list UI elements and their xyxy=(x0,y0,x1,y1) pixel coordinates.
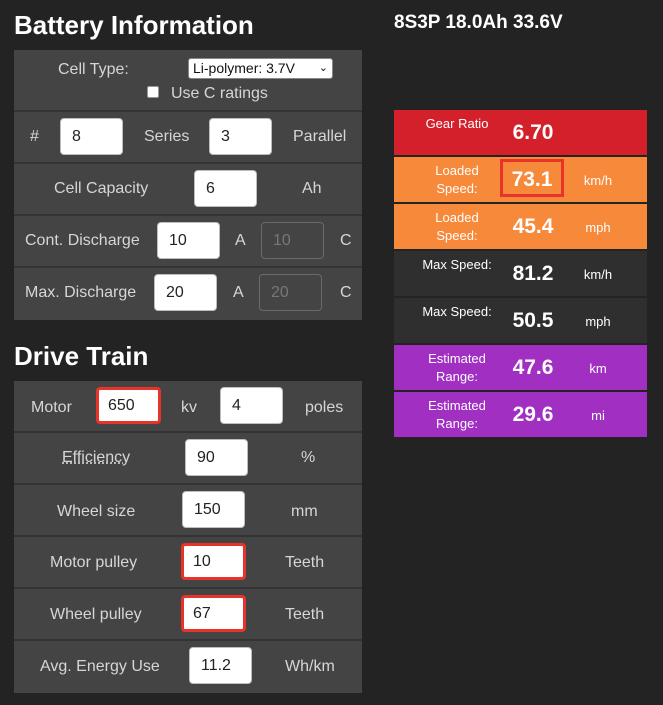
cont-discharge-input[interactable]: 10 xyxy=(157,222,220,259)
capacity-unit: Ah xyxy=(302,180,322,197)
series-input[interactable]: 8 xyxy=(60,118,123,155)
result-value: 81.2 xyxy=(512,262,554,285)
result-row: Loaded Speed: 73.1 km/h xyxy=(394,157,647,202)
max-discharge-c-input: 20 xyxy=(259,274,322,311)
result-unit: km/h xyxy=(583,267,613,282)
cont-discharge-unit-a: A xyxy=(235,232,246,249)
use-c-label[interactable]: Use C ratings xyxy=(171,85,268,103)
result-row: Loaded Speed: 45.4 mph xyxy=(394,204,647,249)
max-discharge-row: Max. Discharge 20 A 20 C xyxy=(14,268,362,320)
result-unit: km xyxy=(589,361,607,376)
result-value: 73.1 xyxy=(500,159,564,197)
result-row: Estimated Range: 47.6 km xyxy=(394,345,647,390)
wheel-size-input[interactable]: 150 xyxy=(182,491,245,528)
result-row: Max Speed: 81.2 km/h xyxy=(394,251,647,296)
cell-type-select[interactable]: Li-polymer: 3.7V ⌄ xyxy=(188,58,333,79)
wheel-pulley-row: Wheel pulley 67 Teeth xyxy=(14,589,362,641)
result-label: Gear Ratio xyxy=(425,116,489,131)
result-unit: km/h xyxy=(583,173,613,188)
result-label: Estimated Range: xyxy=(428,351,486,384)
battery-summary: 8S3P 18.0Ah 33.6V xyxy=(394,12,563,33)
max-discharge-input[interactable]: 20 xyxy=(154,274,217,311)
capacity-input[interactable]: 6 xyxy=(194,170,257,207)
result-value: 50.5 xyxy=(512,309,554,332)
poles-input[interactable]: 4 xyxy=(220,387,283,424)
wheel-pulley-unit: Teeth xyxy=(285,606,325,623)
cell-type-value: Li-polymer: 3.7V xyxy=(193,60,295,76)
cont-discharge-c-input: 10 xyxy=(261,222,324,259)
motor-row: Motor 650 kv 4 poles xyxy=(14,381,362,433)
energy-use-label: Avg. Energy Use xyxy=(40,658,160,675)
result-value: 29.6 xyxy=(512,403,554,426)
result-unit: mph xyxy=(585,220,611,235)
result-unit: mph xyxy=(585,314,611,329)
result-label: Max Speed: xyxy=(422,304,492,319)
wheel-pulley-input[interactable]: 67 xyxy=(181,595,246,632)
result-row: Max Speed: 50.5 mph xyxy=(394,298,647,343)
efficiency-row: Efficiency 90 % xyxy=(14,433,362,485)
motor-pulley-row: Motor pulley 10 Teeth xyxy=(14,537,362,589)
result-value: 45.4 xyxy=(512,215,554,238)
motor-pulley-unit: Teeth xyxy=(285,554,325,571)
wheel-size-row: Wheel size 150 mm xyxy=(14,485,362,537)
drive-section-title: Drive Train xyxy=(14,341,149,371)
drive-panel: Motor 650 kv 4 poles Efficiency 90 % Whe… xyxy=(14,381,362,693)
result-label: Max Speed: xyxy=(422,257,492,272)
poles-label: poles xyxy=(305,399,344,416)
energy-use-unit: Wh/km xyxy=(285,658,335,675)
max-discharge-label: Max. Discharge xyxy=(25,284,137,301)
kv-label: kv xyxy=(181,399,197,416)
cont-discharge-unit-c: C xyxy=(340,232,352,249)
efficiency-input[interactable]: 90 xyxy=(185,439,248,476)
motor-pulley-label: Motor pulley xyxy=(50,554,138,571)
motor-pulley-input[interactable]: 10 xyxy=(181,543,246,580)
wheel-size-label: Wheel size xyxy=(57,503,136,520)
battery-panel: Cell Type: Li-polymer: 3.7V ⌄ Use C rati… xyxy=(14,50,362,320)
wheel-pulley-label: Wheel pulley xyxy=(50,606,142,623)
cell-type-label: Cell Type: xyxy=(58,61,129,78)
capacity-label: Cell Capacity xyxy=(54,180,149,197)
wheel-size-unit: mm xyxy=(291,503,318,520)
energy-use-input[interactable]: 11.2 xyxy=(189,647,252,684)
motor-label: Motor xyxy=(31,399,72,416)
capacity-row: Cell Capacity 6 Ah xyxy=(14,164,362,216)
battery-section-title: Battery Information xyxy=(14,10,254,40)
efficiency-unit: % xyxy=(301,449,316,466)
max-discharge-unit-a: A xyxy=(233,284,244,301)
series-label: Series xyxy=(144,128,190,145)
result-row: Estimated Range: 29.6 mi xyxy=(394,392,647,437)
use-c-checkbox[interactable] xyxy=(147,86,159,98)
parallel-label: Parallel xyxy=(293,128,347,145)
motor-kv-input[interactable]: 650 xyxy=(96,387,161,424)
result-unit: mi xyxy=(591,408,605,423)
cont-discharge-row: Cont. Discharge 10 A 10 C xyxy=(14,216,362,268)
results-table: Gear Ratio 6.70 Loaded Speed: 73.1 km/h Loade… xyxy=(394,110,647,439)
result-label: Loaded Speed: xyxy=(435,210,479,243)
energy-use-row: Avg. Energy Use 11.2 Wh/km xyxy=(14,641,362,693)
max-discharge-unit-c: C xyxy=(340,284,352,301)
result-row: Gear Ratio 6.70 xyxy=(394,110,647,155)
efficiency-label[interactable]: Efficiency xyxy=(62,449,130,467)
result-value: 6.70 xyxy=(512,121,554,144)
parallel-input[interactable]: 3 xyxy=(209,118,272,155)
result-label: Loaded Speed: xyxy=(435,163,479,196)
chevron-down-icon: ⌄ xyxy=(318,62,328,74)
series-hash-label: # xyxy=(30,128,39,145)
cont-discharge-label: Cont. Discharge xyxy=(25,232,140,249)
cell-type-row: Cell Type: Li-polymer: 3.7V ⌄ Use C rati… xyxy=(14,50,362,112)
result-value: 47.6 xyxy=(512,356,554,379)
result-label: Estimated Range: xyxy=(428,398,486,431)
series-parallel-row: # 8 Series 3 Parallel xyxy=(14,112,362,164)
